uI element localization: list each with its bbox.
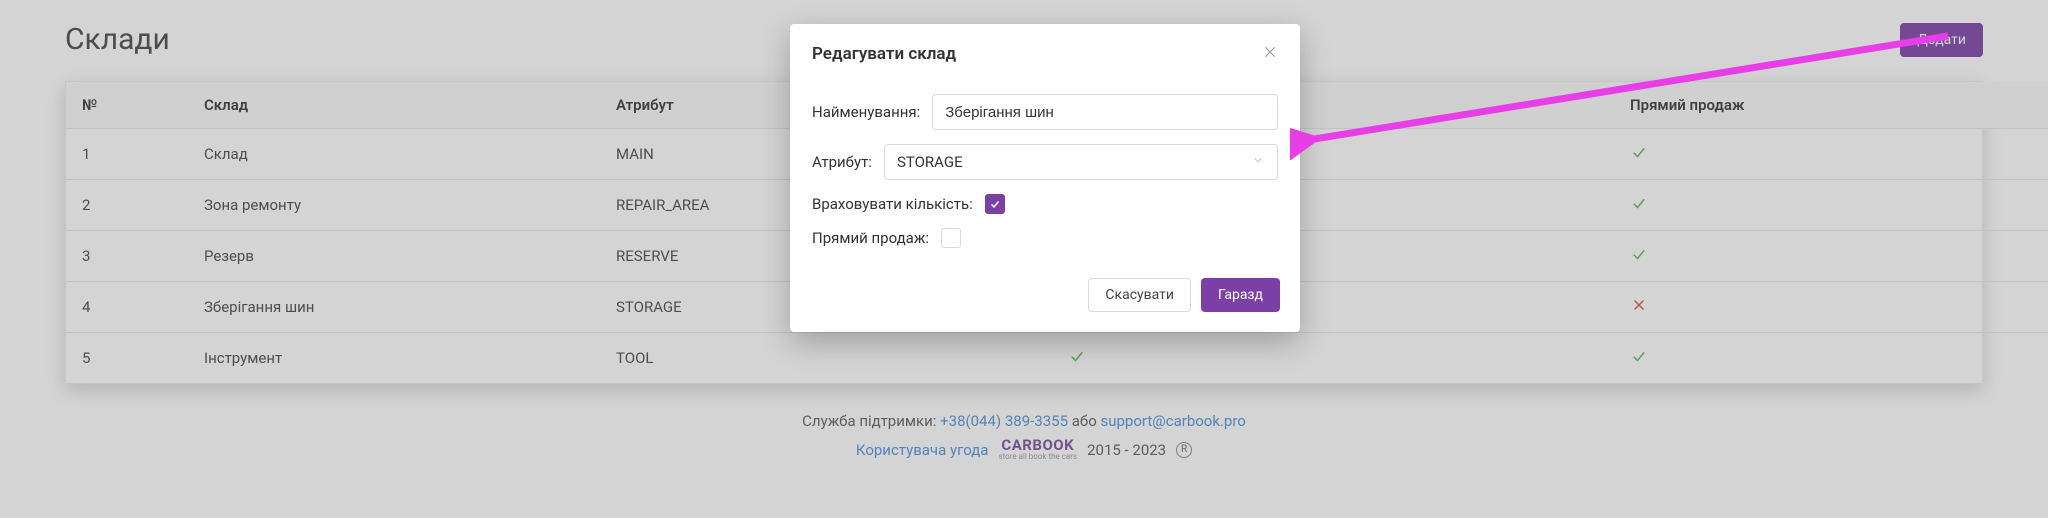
table-row: 5ІнструментTOOL [66, 333, 2048, 384]
check-icon [1068, 347, 1086, 365]
cell-num: 1 [66, 129, 188, 180]
add-button[interactable]: Додати [1900, 23, 1983, 57]
brand-sub: store all book the cars [998, 453, 1077, 461]
check-icon [1630, 245, 1648, 263]
check-icon [1630, 347, 1648, 365]
ok-button[interactable]: Гаразд [1201, 278, 1280, 312]
footer: Служба підтримки: +38(044) 389-3355 або … [0, 412, 2048, 461]
direct-checkbox[interactable] [941, 228, 961, 248]
cell-name: Резерв [188, 231, 600, 282]
user-agreement-link[interactable]: Користувача угода [856, 441, 989, 459]
name-label: Найменування: [812, 103, 920, 121]
support-email-link[interactable]: support@carbook.pro [1101, 412, 1246, 430]
cell-name: Зона ремонту [188, 180, 600, 231]
qty-checkbox[interactable] [985, 194, 1005, 214]
col-header-name: Склад [188, 82, 600, 129]
support-or: або [1072, 412, 1101, 430]
qty-label: Враховувати кількість: [812, 195, 973, 213]
cell-direct [1614, 180, 2048, 231]
cell-name: Зберігання шин [188, 282, 600, 333]
edit-warehouse-modal: Редагувати склад Найменування: Атрибут: … [790, 24, 1300, 332]
chevron-down-icon [1251, 153, 1265, 171]
name-input[interactable] [932, 94, 1278, 130]
page-title: Склади [65, 22, 170, 57]
cell-num: 4 [66, 282, 188, 333]
attr-select-value: STORAGE [897, 153, 963, 171]
cell-num: 5 [66, 333, 188, 384]
direct-label: Прямий продаж: [812, 229, 929, 247]
attr-select[interactable]: STORAGE [884, 144, 1278, 180]
cell-name: Склад [188, 129, 600, 180]
attr-label: Атрибут: [812, 153, 872, 171]
check-icon [1630, 143, 1648, 161]
close-icon[interactable] [1262, 44, 1278, 64]
cell-direct [1614, 282, 2048, 333]
modal-title: Редагувати склад [812, 44, 956, 64]
cell-direct [1614, 231, 2048, 282]
cell-num: 2 [66, 180, 188, 231]
cell-qty [1052, 333, 1614, 384]
brand-years: 2015 - 2023 [1087, 441, 1166, 459]
cancel-button[interactable]: Скасувати [1088, 278, 1191, 312]
brand-logo: CARBOOK store all book the cars [998, 438, 1077, 461]
col-header-num: № [66, 82, 188, 129]
cross-icon [1630, 296, 1648, 314]
cell-name: Інструмент [188, 333, 600, 384]
registered-icon: R [1176, 442, 1192, 458]
col-header-direct: Прямий продаж [1614, 82, 2048, 129]
support-phone-link[interactable]: +38(044) 389-3355 [940, 412, 1068, 430]
cell-direct [1614, 333, 2048, 384]
check-icon [1630, 194, 1648, 212]
cell-num: 3 [66, 231, 188, 282]
support-label: Служба підтримки: [802, 412, 940, 430]
cell-direct [1614, 129, 2048, 180]
cell-attr: TOOL [600, 333, 1052, 384]
